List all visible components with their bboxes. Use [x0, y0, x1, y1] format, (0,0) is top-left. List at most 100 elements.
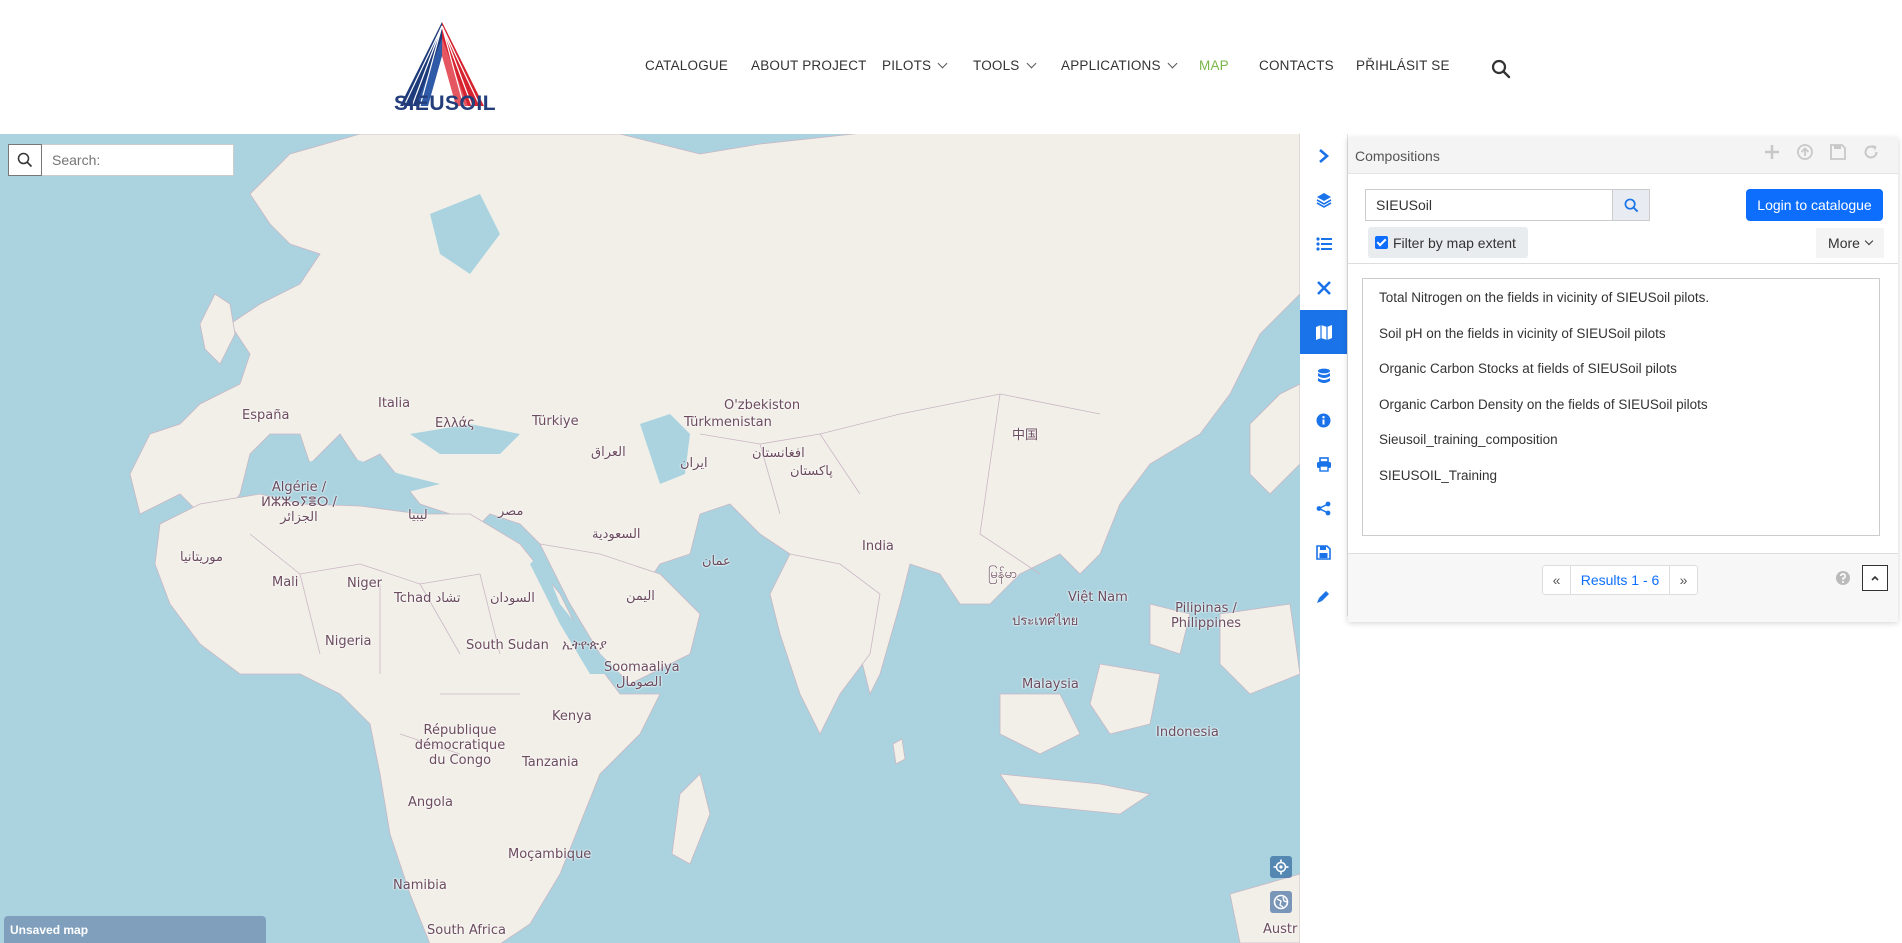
search-icon[interactable] [1491, 59, 1511, 79]
map-label: Kenya [552, 709, 592, 724]
map-label: ประเทศไทย [1012, 614, 1079, 629]
list-item[interactable]: Sieusoil_training_composition [1379, 432, 1558, 447]
map-label: Italia [378, 396, 411, 411]
sidebar-item-datasources[interactable] [1300, 354, 1347, 398]
map-label: India [862, 539, 894, 554]
sidebar-item-save[interactable] [1300, 530, 1347, 574]
sidebar-item-legend[interactable] [1300, 222, 1347, 266]
chevron-down-icon [1167, 58, 1178, 69]
sidebar-item-layers[interactable] [1300, 178, 1347, 222]
nav-map[interactable]: MAP [1199, 58, 1229, 73]
sidebar-item-tools[interactable] [1300, 266, 1347, 310]
map-label: اليمن [626, 589, 655, 604]
filter-by-map-extent[interactable]: Filter by map extent [1368, 227, 1528, 258]
list-item[interactable]: Organic Carbon Density on the fields of … [1379, 397, 1708, 412]
sidebar-item-print[interactable] [1300, 442, 1347, 486]
map-label: السعودية [592, 527, 641, 542]
compositions-panel: Compositions Login to catalogue Filter b… [1348, 137, 1898, 622]
pager-area: « Results 1 - 6 » [1348, 553, 1898, 622]
map-label: Indonesia [1156, 725, 1219, 740]
nav-login[interactable]: PŘIHLÁSIT SE [1356, 58, 1450, 73]
map-label: ليبيا [408, 508, 428, 523]
nav-contacts[interactable]: CONTACTS [1259, 58, 1334, 73]
map-label: ایران [680, 456, 708, 471]
map-canvas[interactable]: España Italia Ελλάς Türkiye O'zbekiston … [0, 134, 1300, 943]
map-label: السودان [490, 591, 535, 606]
layers-icon [1316, 193, 1331, 208]
sidebar-item-info[interactable] [1300, 398, 1347, 442]
next-page-button[interactable]: » [1670, 566, 1697, 594]
map-label: Austr [1263, 922, 1298, 937]
composition-search-input[interactable] [1366, 190, 1612, 220]
collapse-button[interactable] [1862, 565, 1888, 591]
search-icon [17, 152, 33, 168]
nav-pilots[interactable]: PILOTS [882, 58, 948, 73]
map-search-button[interactable] [8, 144, 42, 176]
map-label: ኢትዮጵያ [562, 638, 607, 653]
map-label: Malaysia [1022, 677, 1079, 692]
map-label: Pilipinas / Philippines [1170, 601, 1242, 631]
tools-icon [1316, 281, 1331, 295]
list-item[interactable]: Soil pH on the fields in vicinity of SIE… [1379, 326, 1666, 341]
nav-catalogue[interactable]: CATALOGUE [645, 58, 728, 73]
list-icon [1315, 237, 1332, 251]
map-label: پاکستان [790, 464, 833, 479]
sidebar-item-draw[interactable] [1300, 574, 1347, 618]
map-label: مصر [498, 504, 524, 519]
map-label: O'zbekiston [724, 398, 801, 413]
map-label: Algérie / ⵍⵣⵣⴰⵢⴻⵔ / الجزائر [261, 480, 337, 525]
map-label: Namibia [393, 878, 447, 893]
save-icon [1316, 544, 1331, 560]
map-label: Tchad تشاد [394, 591, 461, 606]
nav-about-project[interactable]: ABOUT PROJECT [751, 58, 867, 73]
list-item[interactable]: Organic Carbon Stocks at fields of SIEUS… [1379, 361, 1677, 376]
globe-icon[interactable] [1270, 891, 1292, 913]
list-item[interactable]: Total Nitrogen on the fields in vicinity… [1379, 290, 1709, 305]
sidebar-item-share[interactable] [1300, 486, 1347, 530]
composition-search-button[interactable] [1612, 190, 1649, 220]
map-basemap [129, 134, 1300, 943]
nav-tools[interactable]: TOOLS [973, 58, 1036, 73]
map-label: မြန်မာ [988, 567, 1018, 582]
sidebar-toggle[interactable] [1300, 134, 1347, 178]
more-dropdown[interactable]: More [1816, 228, 1884, 258]
map-label: افغانستان [752, 446, 805, 461]
map-label: Tanzania [522, 755, 579, 770]
map-search-input[interactable] [42, 144, 234, 176]
prev-page-button[interactable]: « [1543, 566, 1570, 594]
logo-text: SIEUSOIL [394, 92, 497, 115]
filter-checkbox[interactable] [1375, 236, 1388, 249]
database-icon [1317, 368, 1330, 383]
map-label: Niger [347, 576, 382, 591]
nav-applications[interactable]: APPLICATIONS [1061, 58, 1178, 73]
map-label: South Africa [427, 923, 506, 938]
list-item[interactable]: SIEUSOIL_Training [1379, 468, 1497, 483]
composition-list-area: Total Nitrogen on the fields in vicinity… [1348, 263, 1898, 554]
locate-icon[interactable] [1270, 856, 1292, 878]
map-label: Angola [408, 795, 453, 810]
save-icon[interactable] [1829, 143, 1847, 161]
map-label: Türkmenistan [684, 415, 772, 430]
sidebar-item-compositions[interactable] [1300, 310, 1347, 354]
search-icon [1624, 198, 1638, 212]
add-icon[interactable] [1763, 143, 1781, 161]
help-icon[interactable] [1835, 570, 1851, 586]
chevron-down-icon [937, 58, 948, 69]
refresh-icon[interactable] [1862, 143, 1880, 161]
map-label: عمان [702, 554, 731, 569]
info-icon [1316, 413, 1331, 427]
filter-label: Filter by map extent [1393, 234, 1516, 251]
map-label: Türkiye [532, 414, 579, 429]
site-header: SIEUSOIL CATALOGUE ABOUT PROJECT PILOTS … [0, 0, 1902, 134]
login-to-catalogue-button[interactable]: Login to catalogue [1746, 189, 1883, 221]
map-label: موريتانيا [180, 550, 223, 565]
map-label: South Sudan [466, 638, 549, 653]
draw-icon [1316, 591, 1329, 603]
panel-header: Compositions [1348, 137, 1898, 174]
map-label: Mali [272, 575, 299, 590]
composition-search [1365, 189, 1650, 221]
chevron-down-icon [1026, 58, 1036, 69]
upload-icon[interactable] [1796, 143, 1814, 161]
share-icon [1316, 501, 1331, 515]
map-icon [1315, 324, 1332, 340]
